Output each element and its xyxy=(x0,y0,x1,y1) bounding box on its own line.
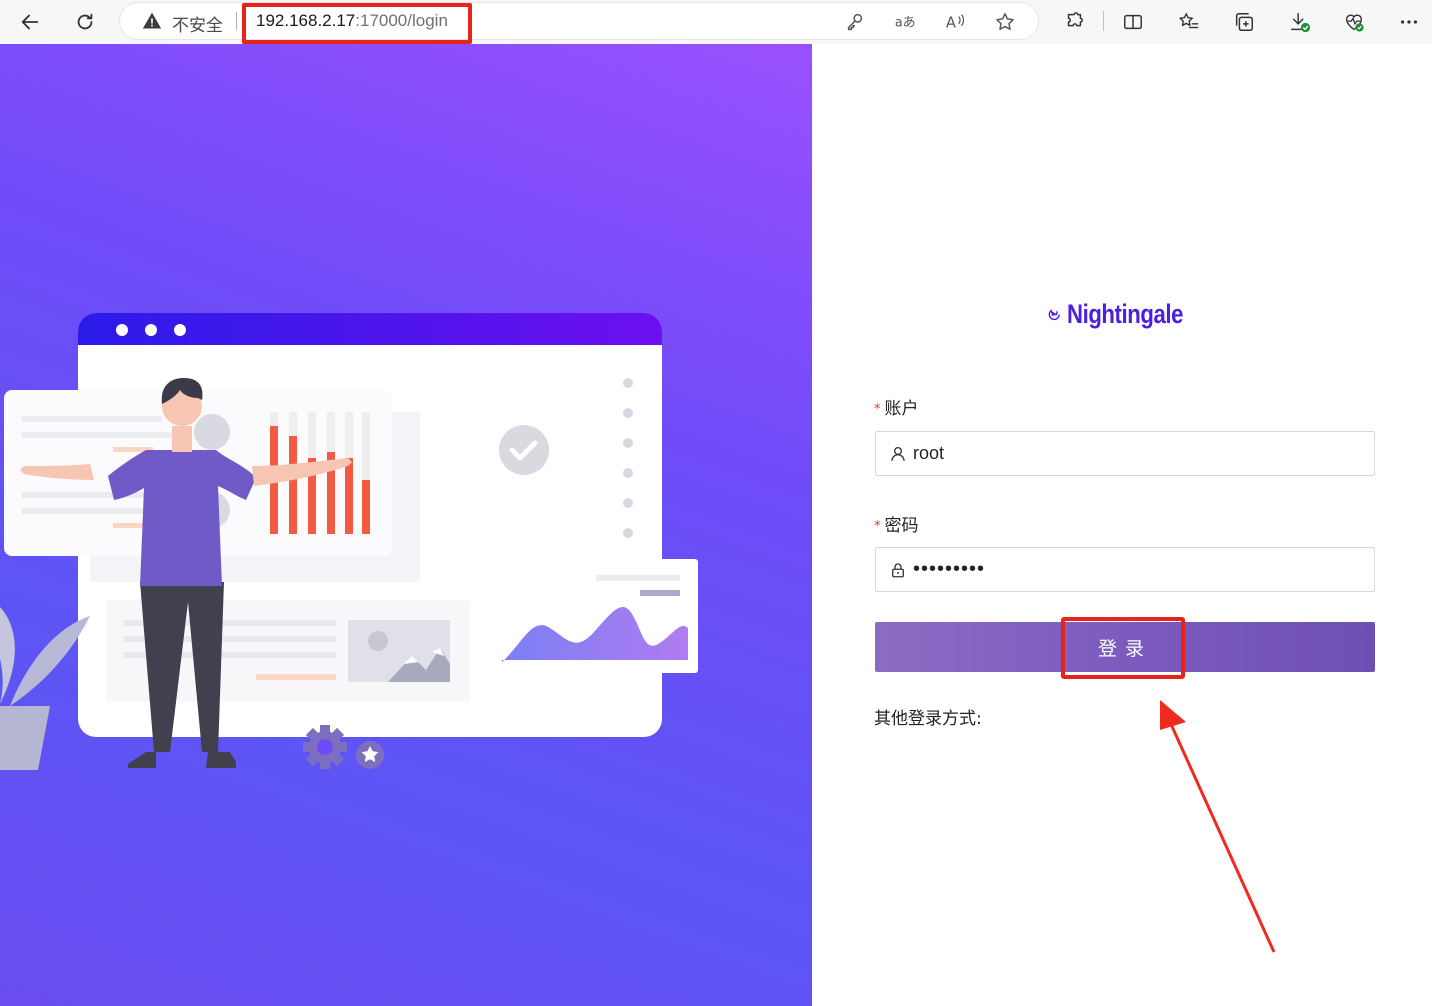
login-panel: Nightingale *账户 *密码 登录 其他登录方式: xyxy=(812,44,1432,1006)
login-button[interactable]: 登录 xyxy=(875,622,1375,672)
divider xyxy=(236,12,237,30)
divider xyxy=(1103,11,1104,31)
dashboard-illustration xyxy=(0,313,698,770)
downloads-button[interactable] xyxy=(1284,6,1316,38)
arrow-left-icon xyxy=(21,14,39,30)
read-aloud-icon[interactable]: A xyxy=(944,11,966,33)
user-icon xyxy=(891,446,905,461)
puzzle-icon xyxy=(1067,12,1083,27)
more-menu-button[interactable] xyxy=(1393,6,1425,38)
hero-panel xyxy=(0,44,812,1006)
security-status[interactable]: 不安全 xyxy=(172,11,223,36)
extensions-button[interactable] xyxy=(1058,6,1090,38)
split-screen-button[interactable] xyxy=(1117,6,1149,38)
lock-icon xyxy=(892,562,904,577)
favorites-button[interactable] xyxy=(1173,6,1205,38)
warning-triangle-icon xyxy=(142,12,162,29)
svg-text:aあ: aあ xyxy=(895,16,916,31)
favorite-star-icon[interactable] xyxy=(994,11,1016,33)
reload-icon xyxy=(77,13,93,30)
account-input[interactable] xyxy=(913,443,1353,464)
collections-icon xyxy=(1235,13,1253,31)
account-label: * 账户 xyxy=(874,399,919,419)
heart-pulse-icon xyxy=(1345,14,1364,32)
browser-essentials-button[interactable] xyxy=(1338,6,1370,38)
required-mark: * xyxy=(874,518,881,534)
password-input[interactable] xyxy=(913,558,1353,581)
translate-icon[interactable]: aあ xyxy=(894,11,916,33)
more-dots-icon xyxy=(1400,20,1418,24)
other-login-methods: 其他登录方式: xyxy=(874,709,982,729)
back-button[interactable] xyxy=(14,6,46,38)
browser-toolbar: 不安全 192.168.2.17:17000/login aあ A xyxy=(0,0,1432,44)
collections-button[interactable] xyxy=(1228,6,1260,38)
brand-logo: Nightingale xyxy=(1048,288,1208,340)
svg-text:A: A xyxy=(946,15,956,32)
nightingale-bird-icon xyxy=(1048,308,1060,321)
key-icon[interactable] xyxy=(844,11,866,33)
url-highlight-box xyxy=(242,3,472,44)
required-mark: * xyxy=(874,401,881,417)
favorites-list-icon xyxy=(1179,13,1199,29)
password-label: * 密码 xyxy=(874,516,919,536)
download-icon xyxy=(1291,13,1311,33)
account-field[interactable] xyxy=(875,431,1375,476)
red-arrow-annotation xyxy=(1160,700,1276,953)
password-field[interactable] xyxy=(875,547,1375,592)
brand-name: Nightingale xyxy=(1066,298,1183,329)
split-screen-icon xyxy=(1124,14,1142,30)
address-bar[interactable]: 不安全 192.168.2.17:17000/login aあ A xyxy=(120,3,1038,44)
reload-button[interactable] xyxy=(69,6,101,38)
